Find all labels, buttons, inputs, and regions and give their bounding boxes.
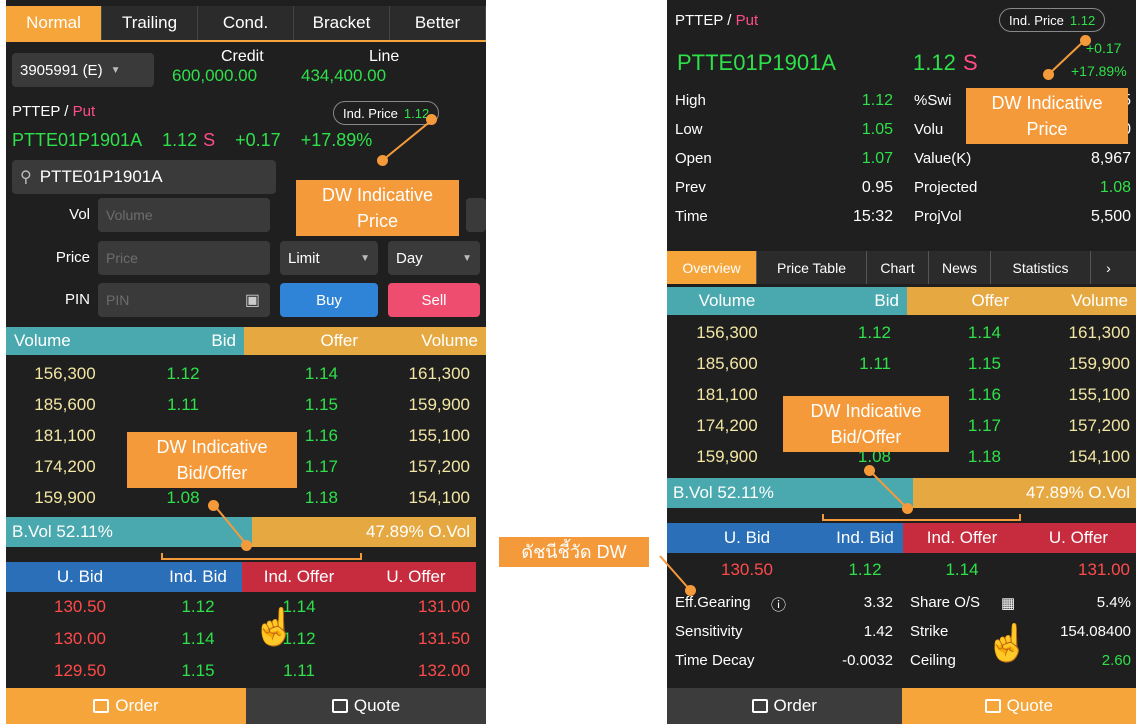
bracket-right	[822, 514, 1021, 521]
callout-line1: DW Indicative	[156, 437, 268, 457]
callout-line-dw-index	[659, 555, 691, 591]
hand-pointer-icon: ☝	[252, 606, 297, 647]
callout-line2: Bid/Offer	[830, 427, 902, 447]
callout-line-left-price	[382, 119, 433, 161]
callout-line2: Price	[1026, 119, 1068, 139]
callout-dot	[426, 114, 437, 125]
callout-line1: DW Indicative	[991, 93, 1103, 113]
callout-dot	[241, 540, 252, 551]
callout-line1: DW Indicative	[321, 185, 434, 205]
callout-dot	[1080, 35, 1091, 46]
callout-dot	[864, 465, 875, 476]
callout-line2: Price	[356, 211, 398, 231]
callout-dw-indicative-bid-offer: DW Indicative Bid/Offer	[127, 432, 297, 488]
callout-dw-index: ดัชนีชี้วัด DW	[499, 537, 649, 567]
callout-line-left-bidoffer	[213, 504, 248, 546]
callout-line1: DW Indicative	[810, 401, 922, 421]
callout-dot	[685, 585, 696, 596]
callout-dot	[377, 155, 388, 166]
callout-line-right-bidoffer	[868, 469, 908, 509]
callout-dot	[902, 503, 913, 514]
callout-dw-indicative-price: DW Indicative Price	[296, 180, 459, 236]
callout-line2: Bid/Offer	[176, 463, 248, 483]
callout-dot	[208, 500, 219, 511]
callout-line-right-price	[1048, 39, 1086, 75]
callout-dot	[1043, 69, 1054, 80]
bracket-left	[161, 553, 362, 560]
callout-dw-indicative-price-right: DW Indicative Price	[966, 88, 1128, 144]
callout-dw-indicative-bid-offer-right: DW Indicative Bid/Offer	[783, 396, 949, 452]
hand-pointer-icon: ☝	[985, 622, 1030, 663]
